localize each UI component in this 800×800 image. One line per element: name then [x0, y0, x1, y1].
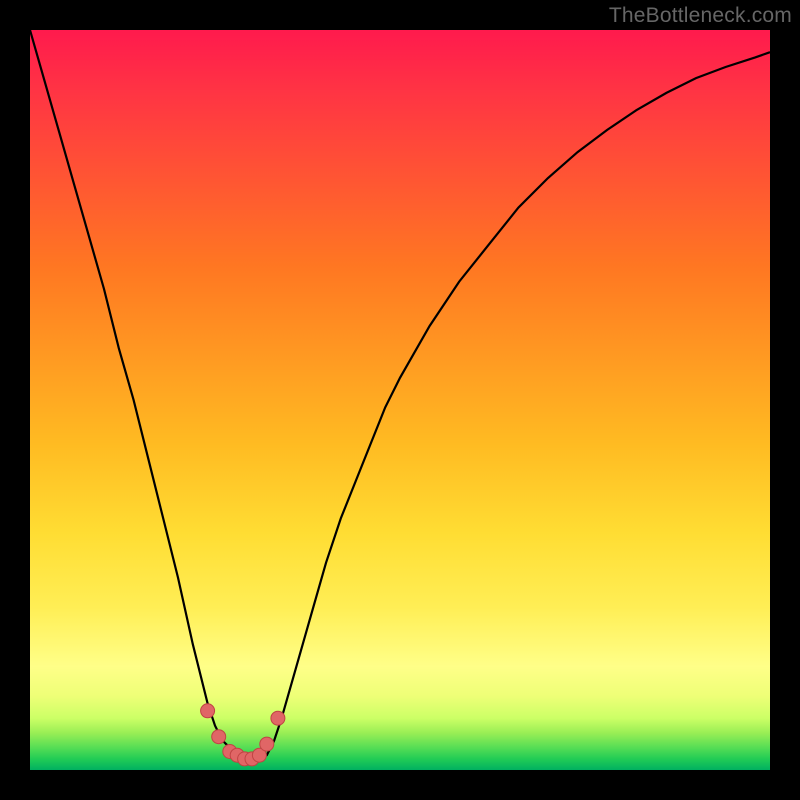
marker-dot — [260, 737, 274, 751]
outer-frame: TheBottleneck.com — [0, 0, 800, 800]
watermark-text: TheBottleneck.com — [609, 4, 792, 28]
bottleneck-curve — [30, 30, 770, 760]
marker-cluster — [201, 704, 285, 766]
marker-dot — [201, 704, 215, 718]
marker-dot — [212, 730, 226, 744]
chart-svg — [30, 30, 770, 770]
plot-area — [30, 30, 770, 770]
marker-dot — [271, 711, 285, 725]
